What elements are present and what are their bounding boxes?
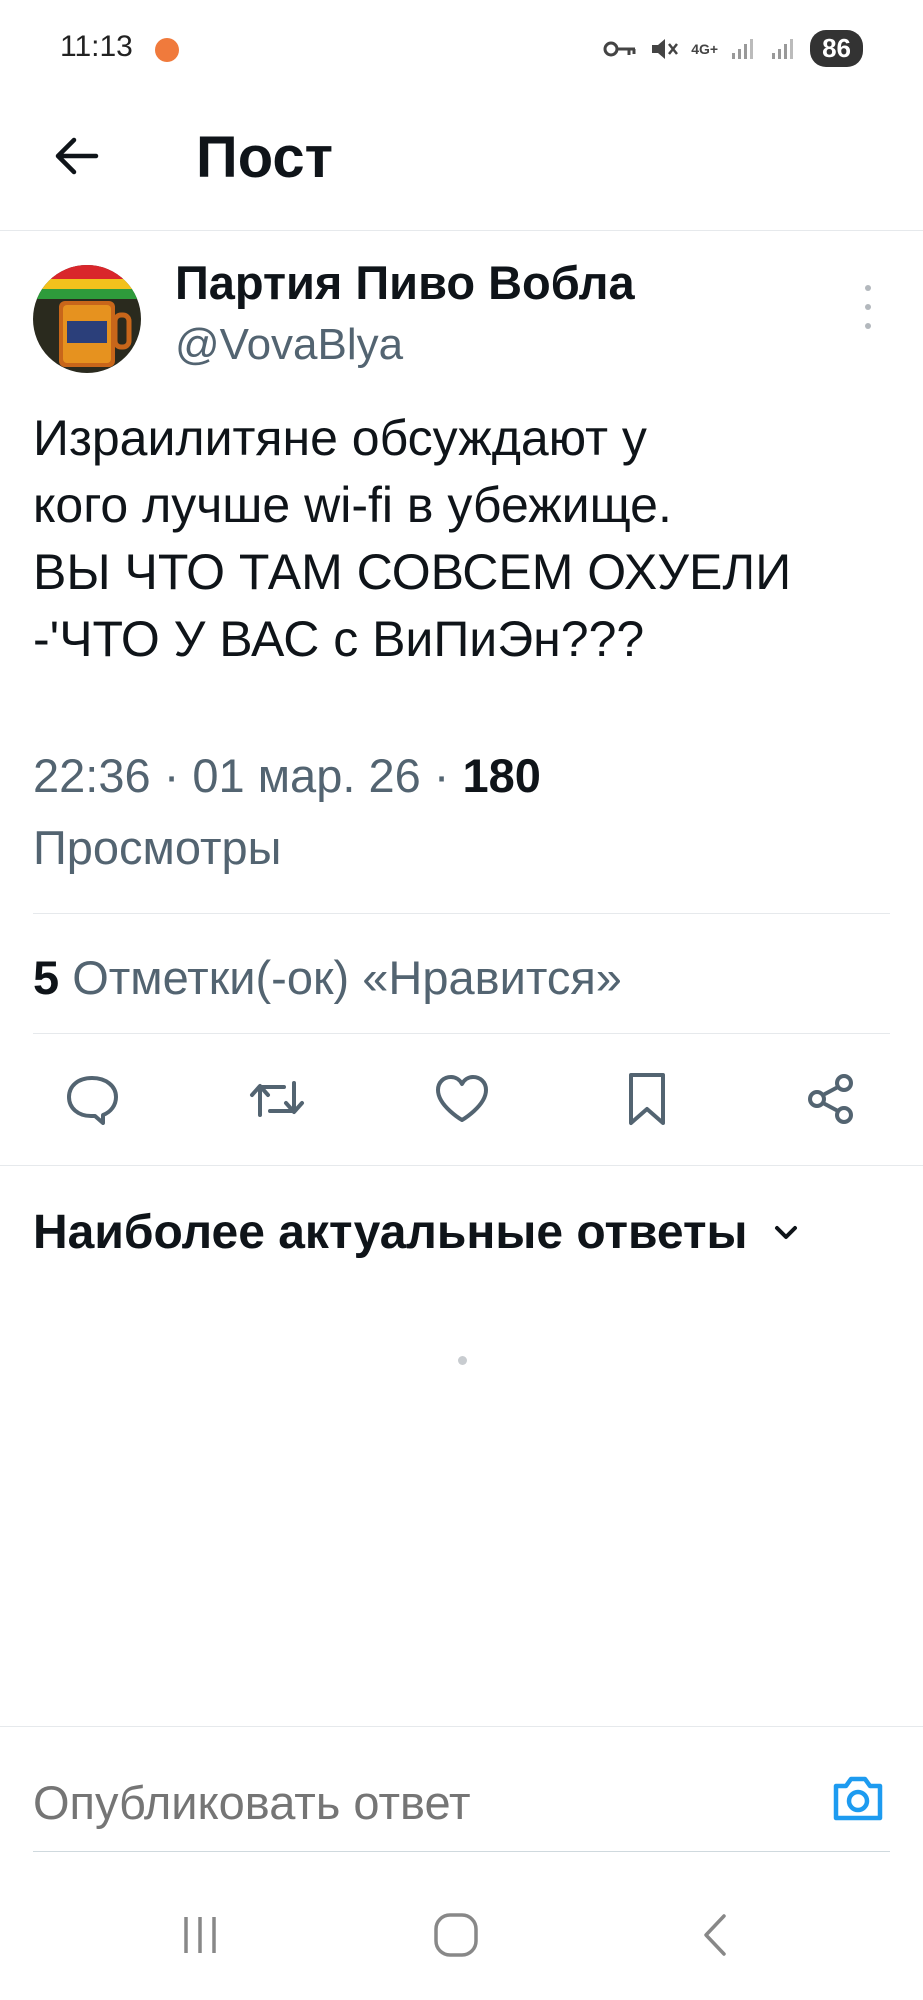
author-name[interactable]: Партия Пиво Вобла [175, 255, 635, 310]
notification-dot-icon [155, 38, 179, 62]
home-button[interactable] [421, 1900, 491, 1970]
retweet-button[interactable] [242, 1064, 312, 1134]
bookmark-button[interactable] [612, 1064, 682, 1134]
like-icon [436, 1075, 488, 1122]
dot-icon [865, 304, 871, 310]
separator: · [433, 749, 463, 802]
bookmark-icon [629, 1073, 665, 1125]
camera-icon [833, 1776, 883, 1821]
recent-apps-button[interactable] [165, 1900, 235, 1970]
reply-input[interactable] [33, 1772, 793, 1832]
chevron-left-icon [704, 1914, 726, 1956]
beer-mug-avatar-icon [33, 265, 141, 373]
share-button[interactable] [796, 1064, 866, 1134]
back-nav-button[interactable] [680, 1900, 750, 1970]
page-title: Пост [196, 125, 334, 190]
dot-icon [865, 323, 871, 329]
status-time: 11:13 [60, 30, 133, 63]
separator: · [163, 749, 193, 802]
post-text: Израилитяне обсуждают у кого лучше wi-fi… [33, 410, 792, 667]
dot-icon [865, 285, 871, 291]
reply-button[interactable] [57, 1064, 127, 1134]
post-date: 01 мар. 26 [192, 749, 421, 802]
likes-count: 5 [33, 951, 60, 1004]
recent-apps-icon [184, 1917, 216, 1953]
replies-sort-button[interactable]: Наиболее актуальные ответы [33, 1205, 800, 1260]
signal-icon [772, 38, 794, 59]
divider [0, 1165, 923, 1166]
reply-icon [67, 1076, 118, 1125]
home-icon [434, 1913, 478, 1957]
signal-icon [732, 38, 754, 59]
mute-icon [652, 38, 679, 59]
status-icons: 4G+ 86 [603, 30, 863, 67]
avatar[interactable] [33, 265, 141, 373]
likes-label: Отметки(-ок) «Нравится» [72, 951, 622, 1004]
replies-sort-label: Наиболее актуальные ответы [33, 1206, 748, 1259]
divider [0, 1726, 923, 1727]
header-divider [0, 230, 923, 231]
divider [33, 913, 890, 914]
camera-button[interactable] [830, 1770, 886, 1826]
loading-indicator [458, 1356, 467, 1365]
arrow-left-icon [55, 137, 99, 175]
author-handle[interactable]: @VovaBlya [175, 320, 403, 370]
post-time: 22:36 [33, 749, 151, 802]
network-label: 4G+ [691, 40, 719, 57]
divider [33, 1033, 890, 1034]
battery-level: 86 [810, 30, 863, 67]
views-label: Просмотры [33, 821, 282, 874]
more-options-button[interactable] [857, 285, 879, 329]
likes-summary[interactable]: 5 Отметки(-ок) «Нравится» [33, 950, 622, 1005]
views-count: 180 [462, 749, 541, 802]
input-underline [33, 1851, 890, 1852]
chevron-down-icon [774, 1225, 797, 1239]
post-meta: 22:36 · 01 мар. 26 · 180 [33, 748, 541, 803]
share-icon [808, 1074, 853, 1124]
retweet-icon [250, 1081, 304, 1117]
back-button[interactable] [48, 128, 104, 184]
key-icon [603, 41, 636, 56]
like-button[interactable] [427, 1064, 497, 1134]
